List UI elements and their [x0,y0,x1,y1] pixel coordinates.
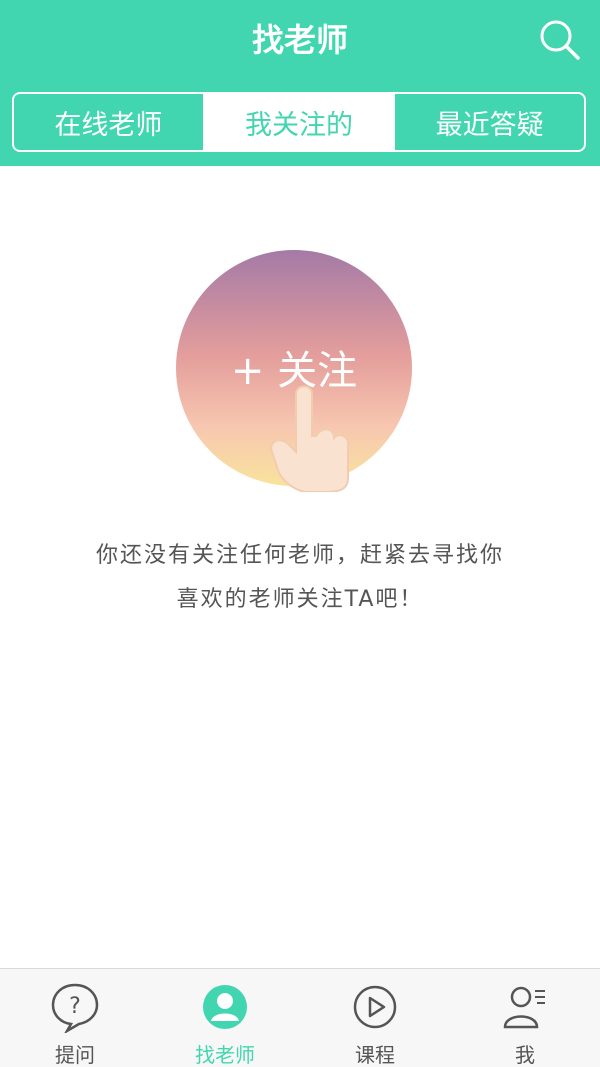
nav-item-ask[interactable]: ? 提问 [0,969,150,1067]
tab-online-teachers[interactable]: 在线老师 [14,94,203,150]
profile-icon [503,986,545,1029]
tab-recent-answers[interactable]: 最近答疑 [393,94,584,150]
nav-label: 我 [515,1043,535,1067]
page-title: 找老师 [251,21,348,59]
svg-text:?: ? [69,994,81,1019]
nav-label: 找老师 [195,1043,255,1067]
search-button[interactable] [534,14,586,66]
play-circle-icon [353,985,397,1029]
nav-item-courses[interactable]: 课程 [300,969,450,1067]
nav-label: 提问 [55,1043,95,1067]
bottom-nav-bar: ? 提问 找老师 课程 我 [0,968,600,1067]
header-bar: 找老师 在线老师 我关注的 最近答疑 [0,0,600,166]
tab-following[interactable]: 我关注的 [202,94,394,150]
tab-label: 在线老师 [54,109,163,141]
follow-label-text: + 关注 [231,348,357,394]
follow-illustration: + 关注 [176,246,412,493]
nav-item-me[interactable]: 我 [450,969,600,1067]
empty-message-line-1: 你还没有关注任何老师，赶紧去寻找你 [95,543,504,568]
search-icon [540,20,580,60]
tab-bar: 在线老师 我关注的 最近答疑 [12,92,586,152]
nav-item-find-teacher[interactable]: 找老师 [150,969,300,1067]
question-bubble-icon: ? [51,983,99,1033]
empty-message-line-2: 喜欢的老师关注TA吧！ [176,587,424,612]
nav-label: 课程 [355,1043,395,1067]
teacher-avatar-icon [203,985,247,1029]
tab-label: 我关注的 [245,109,353,141]
tab-label: 最近答疑 [435,109,544,141]
empty-state-message: 你还没有关注任何老师，赶紧去寻找你 喜欢的老师关注TA吧！ [40,534,560,622]
